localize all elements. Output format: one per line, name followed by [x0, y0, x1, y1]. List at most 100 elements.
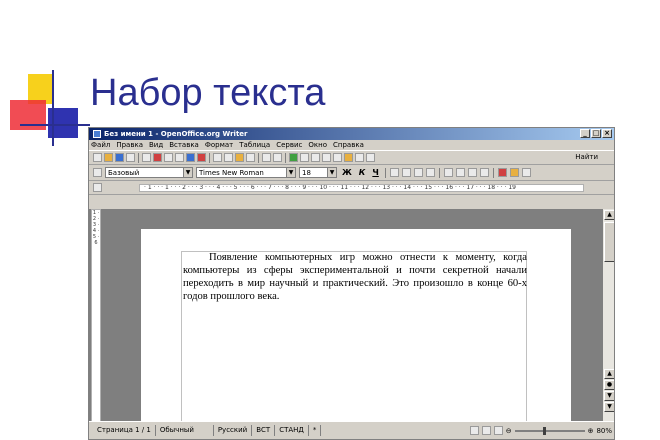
toolbar-separator: [258, 152, 259, 163]
minimize-button[interactable]: _: [580, 129, 590, 138]
format-paintbrush-icon[interactable]: [246, 153, 255, 162]
menu-view[interactable]: Вид: [149, 141, 163, 149]
zoom-in-icon[interactable]: ⊕: [588, 427, 594, 435]
decrease-indent-icon[interactable]: [467, 168, 477, 177]
copy-icon[interactable]: [224, 153, 233, 162]
menu-tools[interactable]: Сервис: [276, 141, 302, 149]
bullets-icon[interactable]: [455, 168, 465, 177]
font-name-value: Times New Roman: [199, 168, 264, 177]
document-paragraph[interactable]: Появление компьютерных игр можно отнести…: [183, 251, 527, 303]
underline-button[interactable]: Ч: [370, 168, 380, 177]
scroll-up-button[interactable]: ▲: [604, 210, 614, 220]
chevron-down-icon[interactable]: ▼: [183, 168, 192, 177]
chevron-down-icon[interactable]: ▼: [286, 168, 295, 177]
formatting-toolbar: Базовый ▼ Times New Roman ▼ 18 ▼ Ж К Ч: [89, 165, 614, 181]
menu-format[interactable]: Формат: [205, 141, 233, 149]
paragraph-style-select[interactable]: Базовый ▼: [105, 167, 193, 178]
numbering-icon[interactable]: [443, 168, 453, 177]
menu-bar: Файл Правка Вид Вставка Формат Таблица С…: [89, 140, 614, 151]
navigator-button[interactable]: ●: [604, 380, 614, 390]
redo-icon[interactable]: [273, 153, 282, 162]
ruler-scale: · 1 · · · 1 · · · 2 · · · 3 · · · 4 · · …: [139, 184, 584, 192]
table-icon[interactable]: [300, 153, 309, 162]
background-color-icon[interactable]: [521, 168, 531, 177]
scroll-page-down-button[interactable]: ▼: [604, 391, 614, 401]
vertical-ruler[interactable]: 1 · 2 · 3 · 4 · 5 · 6: [91, 209, 101, 423]
horizontal-ruler[interactable]: · 1 · · · 1 · · · 2 · · · 3 · · · 4 · · …: [89, 181, 614, 195]
data-sources-icon[interactable]: [355, 153, 364, 162]
standard-toolbar: Найти: [89, 151, 614, 165]
writer-window: Без имени 1 - OpenOffice.org Writer _ □ …: [88, 127, 615, 440]
slide-title: Набор текста: [90, 72, 326, 114]
paste-icon[interactable]: [235, 153, 244, 162]
scroll-page-up-button[interactable]: ▲: [604, 369, 614, 379]
menu-table[interactable]: Таблица: [239, 141, 270, 149]
print-preview-icon[interactable]: [175, 153, 184, 162]
status-insert-mode[interactable]: ВСТ: [252, 425, 276, 436]
vertical-line-decoration: [52, 70, 54, 146]
bold-button[interactable]: Ж: [340, 168, 354, 177]
export-pdf-icon[interactable]: [153, 153, 162, 162]
save-icon[interactable]: [115, 153, 124, 162]
status-language[interactable]: Русский: [214, 425, 253, 436]
tab-stop-selector-icon[interactable]: [93, 183, 102, 192]
menu-window[interactable]: Окно: [308, 141, 327, 149]
single-page-view-icon[interactable]: [469, 426, 479, 435]
scroll-down-button[interactable]: ▼: [604, 402, 614, 412]
font-size-select[interactable]: 18 ▼: [299, 167, 337, 178]
gallery-icon[interactable]: [344, 153, 353, 162]
edit-file-icon[interactable]: [142, 153, 151, 162]
undo-icon[interactable]: [262, 153, 271, 162]
window-controls: _ □ ×: [580, 129, 612, 138]
hyperlink-icon[interactable]: [289, 153, 298, 162]
draw-functions-icon[interactable]: [311, 153, 320, 162]
maximize-button[interactable]: □: [591, 129, 601, 138]
cut-icon[interactable]: [213, 153, 222, 162]
italic-button[interactable]: К: [357, 168, 368, 177]
align-center-icon[interactable]: [401, 168, 411, 177]
menu-help[interactable]: Справка: [333, 141, 364, 149]
zoom-out-icon[interactable]: ⊖: [506, 427, 512, 435]
document-text[interactable]: Появление компьютерных игр можно отнести…: [183, 251, 527, 303]
presentation-slide: Набор текста Без имени 1 - OpenOffice.or…: [0, 0, 660, 440]
menu-insert[interactable]: Вставка: [169, 141, 199, 149]
font-name-select[interactable]: Times New Roman ▼: [196, 167, 296, 178]
status-selection-mode[interactable]: СТАНД: [275, 425, 309, 436]
close-button[interactable]: ×: [602, 129, 612, 138]
align-right-icon[interactable]: [413, 168, 423, 177]
toolbar-separator: [138, 152, 139, 163]
chevron-down-icon[interactable]: ▼: [327, 168, 336, 177]
email-icon[interactable]: [126, 153, 135, 162]
zoom-level[interactable]: 80%: [596, 427, 612, 435]
zoom-slider-knob[interactable]: [542, 426, 546, 435]
window-titlebar[interactable]: Без имени 1 - OpenOffice.org Writer _ □ …: [89, 128, 614, 140]
find-label[interactable]: Найти: [575, 153, 598, 161]
status-page: Страница 1 / 1: [93, 425, 156, 436]
increase-indent-icon[interactable]: [479, 168, 489, 177]
align-left-icon[interactable]: [389, 168, 399, 177]
horizontal-line-decoration: [20, 124, 90, 126]
open-folder-icon[interactable]: [104, 153, 113, 162]
status-bar: Страница 1 / 1 Обычный Русский ВСТ СТАНД…: [89, 421, 614, 439]
book-view-icon[interactable]: [493, 426, 503, 435]
menu-edit[interactable]: Правка: [116, 141, 143, 149]
styles-formatting-icon[interactable]: [93, 168, 102, 177]
spellcheck-icon[interactable]: [186, 153, 195, 162]
justify-icon[interactable]: [425, 168, 435, 177]
autospellcheck-icon[interactable]: [197, 153, 206, 162]
print-icon[interactable]: [164, 153, 173, 162]
menu-file[interactable]: Файл: [91, 141, 110, 149]
navigator-icon[interactable]: [333, 153, 342, 162]
font-size-value: 18: [302, 168, 311, 177]
zoom-slider[interactable]: [514, 426, 585, 435]
highlight-icon[interactable]: [509, 168, 519, 177]
font-color-icon[interactable]: [497, 168, 507, 177]
window-title: Без имени 1 - OpenOffice.org Writer: [104, 130, 248, 138]
formatting-marks-icon[interactable]: [366, 153, 375, 162]
scrollbar-thumb[interactable]: [604, 222, 614, 262]
vertical-scrollbar[interactable]: ▲ ▲ ● ▼ ▼: [603, 209, 614, 423]
multi-page-view-icon[interactable]: [481, 426, 491, 435]
new-document-icon[interactable]: [93, 153, 102, 162]
find-replace-icon[interactable]: [322, 153, 331, 162]
status-page-style[interactable]: Обычный: [156, 425, 214, 436]
